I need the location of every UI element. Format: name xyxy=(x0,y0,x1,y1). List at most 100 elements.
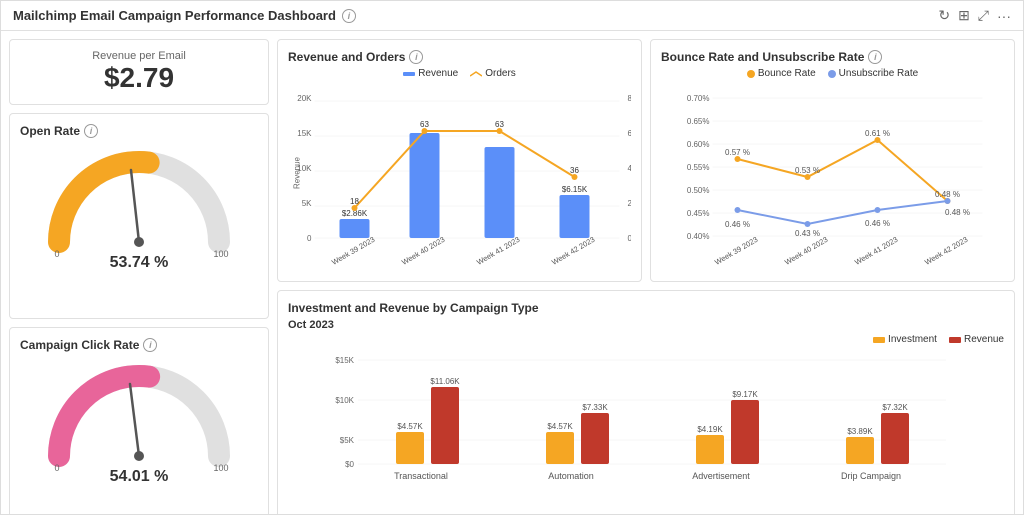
svg-text:80: 80 xyxy=(628,94,632,103)
svg-text:$4.57K: $4.57K xyxy=(397,422,423,431)
click-rate-value: 54.01 % xyxy=(110,468,169,486)
svg-text:0.53 %: 0.53 % xyxy=(795,166,820,175)
revenue-orders-svg: 20K 15K 10K 5K 0 80 60 40 20 0 Revenue xyxy=(288,83,631,268)
open-rate-title: Open Rate i xyxy=(20,124,258,138)
refresh-icon[interactable]: ↻ xyxy=(938,7,950,24)
svg-text:Automation: Automation xyxy=(548,471,594,481)
svg-text:$0: $0 xyxy=(345,460,354,469)
unsubscribe-legend-item: Unsubscribe Rate xyxy=(828,68,918,79)
svg-text:$9.17K: $9.17K xyxy=(732,390,758,399)
click-rate-info-icon[interactable]: i xyxy=(143,338,157,352)
svg-text:100: 100 xyxy=(213,249,228,259)
bounce-legend-item: Bounce Rate xyxy=(747,68,816,79)
svg-text:Week 42 2023: Week 42 2023 xyxy=(550,235,596,267)
svg-text:100: 100 xyxy=(213,463,228,473)
header-right: ↻ ⊞ ⤢ ··· xyxy=(938,7,1011,24)
bounce-info-icon[interactable]: i xyxy=(868,50,882,64)
svg-text:63: 63 xyxy=(420,120,429,129)
investment-legend: Investment Revenue xyxy=(288,334,1004,345)
svg-text:$4.57K: $4.57K xyxy=(547,422,573,431)
svg-text:$3.89K: $3.89K xyxy=(847,427,873,436)
svg-text:36: 36 xyxy=(570,166,579,175)
svg-text:Week 40 2023: Week 40 2023 xyxy=(400,235,446,267)
revenue-orders-info-icon[interactable]: i xyxy=(409,50,423,64)
revenue-legend-item: Revenue xyxy=(403,68,458,79)
bounce-unsubscribe-title: Bounce Rate and Unsubscribe Rate i xyxy=(661,50,1004,64)
revenue-orders-card: Revenue and Orders i Revenue Orders 20K … xyxy=(277,39,642,282)
svg-text:0.65%: 0.65% xyxy=(687,117,710,126)
revenue-legend-item2: Revenue xyxy=(949,334,1004,345)
investment-legend-item: Investment xyxy=(873,334,937,345)
svg-text:0.46 %: 0.46 % xyxy=(865,219,890,228)
svg-text:$10K: $10K xyxy=(335,396,354,405)
svg-text:20K: 20K xyxy=(297,94,312,103)
svg-text:0: 0 xyxy=(54,249,59,259)
investment-revenue-card: Investment and Revenue by Campaign Type … xyxy=(277,290,1015,515)
svg-text:0.43 %: 0.43 % xyxy=(795,229,820,238)
open-rate-card: Open Rate i 0 100 xyxy=(9,113,269,319)
svg-text:$6.15K: $6.15K xyxy=(562,185,588,194)
svg-text:0: 0 xyxy=(54,463,59,473)
svg-text:60: 60 xyxy=(628,129,632,138)
click-rate-gauge: 0 100 54.01 % xyxy=(20,356,258,486)
svg-text:0.55%: 0.55% xyxy=(687,163,710,172)
svg-text:20: 20 xyxy=(628,199,632,208)
investment-svg: $15K $10K $5K $0 $4.57K $11.06K Transact… xyxy=(288,349,1004,494)
svg-text:$7.33K: $7.33K xyxy=(582,403,608,412)
dashboard: Mailchimp Email Campaign Performance Das… xyxy=(0,0,1024,515)
header-info-icon[interactable]: i xyxy=(342,9,356,23)
svg-text:Drip Campaign: Drip Campaign xyxy=(841,471,901,481)
revenue-orders-title: Revenue and Orders i xyxy=(288,50,631,64)
open-rate-gauge: 0 100 53.74 % xyxy=(20,142,258,272)
more-icon[interactable]: ··· xyxy=(997,8,1011,24)
svg-text:0.45%: 0.45% xyxy=(687,209,710,218)
svg-text:Revenue: Revenue xyxy=(293,156,302,189)
bounce-svg: 0.70% 0.65% 0.60% 0.55% 0.50% 0.45% 0.40… xyxy=(661,83,1004,268)
svg-text:$11.06K: $11.06K xyxy=(430,377,460,386)
investment-revenue-title: Investment and Revenue by Campaign Type xyxy=(288,301,1004,315)
svg-text:5K: 5K xyxy=(302,199,312,208)
grid-icon[interactable]: ⊞ xyxy=(958,7,970,24)
svg-text:$5K: $5K xyxy=(340,436,355,445)
svg-text:$15K: $15K xyxy=(335,356,354,365)
content: Revenue per Email $2.79 Open Rate i xyxy=(1,31,1023,515)
svg-text:40: 40 xyxy=(628,164,632,173)
svg-text:Week 39 2023: Week 39 2023 xyxy=(330,235,376,267)
svg-text:0.48 %: 0.48 % xyxy=(945,208,970,217)
svg-text:0.70%: 0.70% xyxy=(687,94,710,103)
svg-text:Week 42 2023: Week 42 2023 xyxy=(923,235,969,267)
svg-text:0.40%: 0.40% xyxy=(687,232,710,241)
revenue-orders-legend: Revenue Orders xyxy=(288,68,631,79)
svg-text:0.48 %: 0.48 % xyxy=(935,190,960,199)
svg-text:Week 41 2023: Week 41 2023 xyxy=(853,235,899,267)
orders-legend-item: Orders xyxy=(470,68,516,79)
revenue-label: Revenue per Email xyxy=(92,50,186,62)
svg-text:0.60%: 0.60% xyxy=(687,140,710,149)
svg-text:0: 0 xyxy=(307,234,312,243)
svg-text:Week 39 2023: Week 39 2023 xyxy=(713,235,759,267)
header-left: Mailchimp Email Campaign Performance Das… xyxy=(13,8,356,23)
svg-text:Week 41 2023: Week 41 2023 xyxy=(475,235,521,267)
click-rate-title: Campaign Click Rate i xyxy=(20,338,258,352)
expand-icon[interactable]: ⤢ xyxy=(978,7,989,24)
svg-text:0: 0 xyxy=(628,234,632,243)
bounce-unsubscribe-card: Bounce Rate and Unsubscribe Rate i Bounc… xyxy=(650,39,1015,282)
svg-text:18: 18 xyxy=(350,197,359,206)
svg-text:0.61 %: 0.61 % xyxy=(865,129,890,138)
svg-text:0.50%: 0.50% xyxy=(687,186,710,195)
left-column: Revenue per Email $2.79 Open Rate i xyxy=(9,39,269,515)
svg-text:0.57 %: 0.57 % xyxy=(725,148,750,157)
revenue-card: Revenue per Email $2.79 xyxy=(9,39,269,105)
svg-text:0.46 %: 0.46 % xyxy=(725,220,750,229)
svg-text:Week 40 2023: Week 40 2023 xyxy=(783,235,829,267)
open-rate-value: 53.74 % xyxy=(110,254,169,272)
header: Mailchimp Email Campaign Performance Das… xyxy=(1,1,1023,31)
svg-text:$4.19K: $4.19K xyxy=(697,425,723,434)
open-rate-info-icon[interactable]: i xyxy=(84,124,98,138)
click-rate-card: Campaign Click Rate i 0 100 xyxy=(9,327,269,515)
bounce-legend: Bounce Rate Unsubscribe Rate xyxy=(661,68,1004,79)
svg-text:15K: 15K xyxy=(297,129,312,138)
svg-text:Transactional: Transactional xyxy=(394,471,448,481)
svg-text:Advertisement: Advertisement xyxy=(692,471,750,481)
svg-text:63: 63 xyxy=(495,120,504,129)
